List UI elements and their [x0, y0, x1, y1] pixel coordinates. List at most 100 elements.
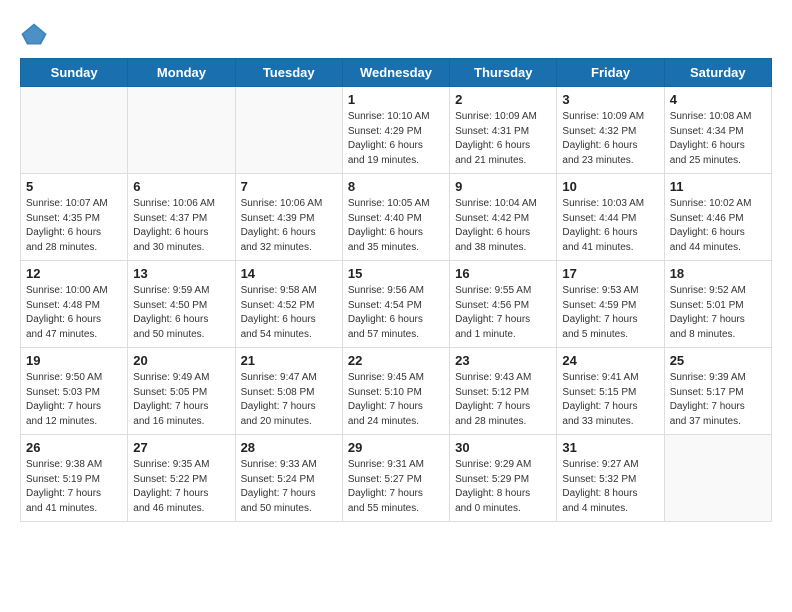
day-info: Sunrise: 9:55 AM Sunset: 4:56 PM Dayligh… — [455, 284, 551, 342]
calendar-cell: 22 Sunrise: 9:45 AM Sunset: 5:10 PM Dayli… — [342, 348, 449, 435]
calendar-cell — [664, 435, 771, 522]
day-info: Sunrise: 9:47 AM Sunset: 5:08 PM Dayligh… — [241, 371, 337, 429]
day-info: Sunrise: 9:27 AM Sunset: 5:32 PM Dayligh… — [562, 458, 658, 516]
day-info: Sunrise: 10:02 AM Sunset: 4:46 PM Daylig… — [670, 197, 766, 255]
day-number: 17 — [562, 266, 658, 281]
calendar-cell: 6 Sunrise: 10:06 AM Sunset: 4:37 PM Dayli… — [128, 174, 235, 261]
day-info: Sunrise: 9:35 AM Sunset: 5:22 PM Dayligh… — [133, 458, 229, 516]
day-info: Sunrise: 9:31 AM Sunset: 5:27 PM Dayligh… — [348, 458, 444, 516]
calendar-cell: 16 Sunrise: 9:55 AM Sunset: 4:56 PM Dayli… — [450, 261, 557, 348]
day-number: 7 — [241, 179, 337, 194]
day-number: 30 — [455, 440, 551, 455]
day-number: 5 — [26, 179, 122, 194]
day-number: 20 — [133, 353, 229, 368]
day-info: Sunrise: 10:09 AM Sunset: 4:32 PM Daylig… — [562, 110, 658, 168]
logo — [20, 20, 52, 48]
day-number: 11 — [670, 179, 766, 194]
calendar-cell: 17Sunrise: 9:53 AM Sunset: 4:59 PM Dayli… — [557, 261, 664, 348]
day-number: 18 — [670, 266, 766, 281]
calendar-cell: 14 Sunrise: 9:58 AM Sunset: 4:52 PM Dayli… — [235, 261, 342, 348]
day-number: 3 — [562, 92, 658, 107]
day-info: Sunrise: 9:49 AM Sunset: 5:05 PM Dayligh… — [133, 371, 229, 429]
day-info: Sunrise: 9:29 AM Sunset: 5:29 PM Dayligh… — [455, 458, 551, 516]
weekday-header-wednesday: Wednesday — [342, 59, 449, 87]
calendar-cell: 31 Sunrise: 9:27 AM Sunset: 5:32 PM Dayli… — [557, 435, 664, 522]
calendar-cell: 15Sunrise: 9:56 AM Sunset: 4:54 PM Dayli… — [342, 261, 449, 348]
day-info: Sunrise: 9:33 AM Sunset: 5:24 PM Dayligh… — [241, 458, 337, 516]
day-number: 13 — [133, 266, 229, 281]
calendar-cell: 23 Sunrise: 9:43 AM Sunset: 5:12 PM Dayli… — [450, 348, 557, 435]
calendar-cell: 4Sunrise: 10:08 AM Sunset: 4:34 PM Dayli… — [664, 87, 771, 174]
day-number: 12 — [26, 266, 122, 281]
calendar-cell: 19Sunrise: 9:50 AM Sunset: 5:03 PM Dayli… — [21, 348, 128, 435]
weekday-header-monday: Monday — [128, 59, 235, 87]
calendar-cell: 5 Sunrise: 10:07 AM Sunset: 4:35 PM Dayli… — [21, 174, 128, 261]
day-info: Sunrise: 9:45 AM Sunset: 5:10 PM Dayligh… — [348, 371, 444, 429]
day-number: 23 — [455, 353, 551, 368]
calendar-cell: 26 Sunrise: 9:38 AM Sunset: 5:19 PM Dayli… — [21, 435, 128, 522]
day-number: 8 — [348, 179, 444, 194]
calendar-week-1: 1Sunrise: 10:10 AM Sunset: 4:29 PM Dayli… — [21, 87, 772, 174]
day-number: 22 — [348, 353, 444, 368]
calendar-cell: 18 Sunrise: 9:52 AM Sunset: 5:01 PM Dayli… — [664, 261, 771, 348]
calendar-cell: 25 Sunrise: 9:39 AM Sunset: 5:17 PM Dayli… — [664, 348, 771, 435]
day-info: Sunrise: 10:04 AM Sunset: 4:42 PM Daylig… — [455, 197, 551, 255]
page-header — [20, 20, 772, 48]
calendar-cell — [235, 87, 342, 174]
day-number: 2 — [455, 92, 551, 107]
calendar-cell: 1Sunrise: 10:10 AM Sunset: 4:29 PM Dayli… — [342, 87, 449, 174]
day-info: Sunrise: 10:07 AM Sunset: 4:35 PM Daylig… — [26, 197, 122, 255]
day-number: 21 — [241, 353, 337, 368]
weekday-header-sunday: Sunday — [21, 59, 128, 87]
day-number: 28 — [241, 440, 337, 455]
generalblue-logo-icon — [20, 20, 48, 48]
calendar-cell: 8 Sunrise: 10:05 AM Sunset: 4:40 PM Dayli… — [342, 174, 449, 261]
calendar-cell: 12 Sunrise: 10:00 AM Sunset: 4:48 PM Dayl… — [21, 261, 128, 348]
calendar-cell: 30 Sunrise: 9:29 AM Sunset: 5:29 PM Dayli… — [450, 435, 557, 522]
day-number: 4 — [670, 92, 766, 107]
calendar-cell: 13 Sunrise: 9:59 AM Sunset: 4:50 PM Dayli… — [128, 261, 235, 348]
day-number: 27 — [133, 440, 229, 455]
weekday-header-tuesday: Tuesday — [235, 59, 342, 87]
day-number: 24 — [562, 353, 658, 368]
day-number: 6 — [133, 179, 229, 194]
day-number: 19 — [26, 353, 122, 368]
day-info: Sunrise: 9:43 AM Sunset: 5:12 PM Dayligh… — [455, 371, 551, 429]
day-info: Sunrise: 10:03 AM Sunset: 4:44 PM Daylig… — [562, 197, 658, 255]
day-info: Sunrise: 9:58 AM Sunset: 4:52 PM Dayligh… — [241, 284, 337, 342]
day-info: Sunrise: 10:00 AM Sunset: 4:48 PM Daylig… — [26, 284, 122, 342]
day-info: Sunrise: 9:59 AM Sunset: 4:50 PM Dayligh… — [133, 284, 229, 342]
day-number: 14 — [241, 266, 337, 281]
calendar-cell: 28 Sunrise: 9:33 AM Sunset: 5:24 PM Dayli… — [235, 435, 342, 522]
day-number: 15 — [348, 266, 444, 281]
weekday-header-thursday: Thursday — [450, 59, 557, 87]
day-info: Sunrise: 10:10 AM Sunset: 4:29 PM Daylig… — [348, 110, 444, 168]
calendar-cell: 7Sunrise: 10:06 AM Sunset: 4:39 PM Dayli… — [235, 174, 342, 261]
calendar-week-3: 12 Sunrise: 10:00 AM Sunset: 4:48 PM Dayl… — [21, 261, 772, 348]
day-number: 26 — [26, 440, 122, 455]
calendar-cell: 27 Sunrise: 9:35 AM Sunset: 5:22 PM Dayli… — [128, 435, 235, 522]
day-info: Sunrise: 10:09 AM Sunset: 4:31 PM Daylig… — [455, 110, 551, 168]
calendar-cell: 21 Sunrise: 9:47 AM Sunset: 5:08 PM Dayli… — [235, 348, 342, 435]
calendar-cell: 11 Sunrise: 10:02 AM Sunset: 4:46 PM Dayl… — [664, 174, 771, 261]
calendar-week-2: 5 Sunrise: 10:07 AM Sunset: 4:35 PM Dayli… — [21, 174, 772, 261]
day-number: 16 — [455, 266, 551, 281]
day-number: 25 — [670, 353, 766, 368]
day-info: Sunrise: 9:39 AM Sunset: 5:17 PM Dayligh… — [670, 371, 766, 429]
day-info: Sunrise: 10:05 AM Sunset: 4:40 PM Daylig… — [348, 197, 444, 255]
calendar-week-4: 19Sunrise: 9:50 AM Sunset: 5:03 PM Dayli… — [21, 348, 772, 435]
calendar-cell: 29Sunrise: 9:31 AM Sunset: 5:27 PM Dayli… — [342, 435, 449, 522]
calendar-cell: 20 Sunrise: 9:49 AM Sunset: 5:05 PM Dayli… — [128, 348, 235, 435]
day-info: Sunrise: 9:38 AM Sunset: 5:19 PM Dayligh… — [26, 458, 122, 516]
calendar-cell: 24Sunrise: 9:41 AM Sunset: 5:15 PM Dayli… — [557, 348, 664, 435]
calendar-cell — [21, 87, 128, 174]
calendar-cell: 3 Sunrise: 10:09 AM Sunset: 4:32 PM Dayli… — [557, 87, 664, 174]
calendar-week-5: 26 Sunrise: 9:38 AM Sunset: 5:19 PM Dayli… — [21, 435, 772, 522]
day-number: 31 — [562, 440, 658, 455]
calendar-cell: 10Sunrise: 10:03 AM Sunset: 4:44 PM Dayl… — [557, 174, 664, 261]
day-info: Sunrise: 10:06 AM Sunset: 4:37 PM Daylig… — [133, 197, 229, 255]
weekday-header-saturday: Saturday — [664, 59, 771, 87]
day-info: Sunrise: 9:52 AM Sunset: 5:01 PM Dayligh… — [670, 284, 766, 342]
weekday-header-row: SundayMondayTuesdayWednesdayThursdayFrid… — [21, 59, 772, 87]
calendar-table: SundayMondayTuesdayWednesdayThursdayFrid… — [20, 58, 772, 522]
